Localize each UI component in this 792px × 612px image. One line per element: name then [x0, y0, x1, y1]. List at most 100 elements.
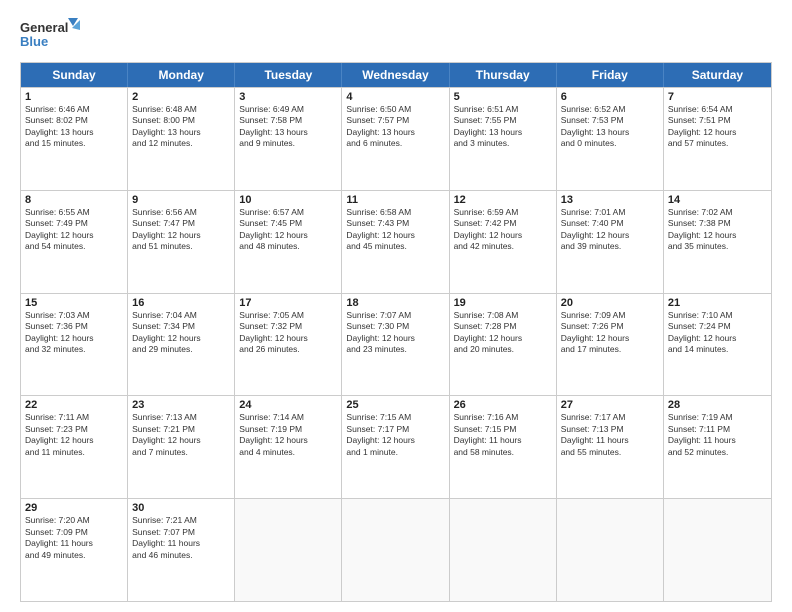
calendar-cell-16: 16Sunrise: 7:04 AMSunset: 7:34 PMDayligh… [128, 294, 235, 396]
calendar-cell-11: 11Sunrise: 6:58 AMSunset: 7:43 PMDayligh… [342, 191, 449, 293]
day-number: 17 [239, 297, 337, 309]
day-info: Sunrise: 7:10 AMSunset: 7:24 PMDaylight:… [668, 310, 767, 356]
day-info: Sunrise: 7:14 AMSunset: 7:19 PMDaylight:… [239, 412, 337, 458]
calendar-cell-18: 18Sunrise: 7:07 AMSunset: 7:30 PMDayligh… [342, 294, 449, 396]
calendar-cell-24: 24Sunrise: 7:14 AMSunset: 7:19 PMDayligh… [235, 396, 342, 498]
calendar-cell-1: 1Sunrise: 6:46 AMSunset: 8:02 PMDaylight… [21, 88, 128, 190]
logo-svg: General Blue [20, 16, 80, 54]
calendar-cell-29: 29Sunrise: 7:20 AMSunset: 7:09 PMDayligh… [21, 499, 128, 601]
calendar-week-4: 22Sunrise: 7:11 AMSunset: 7:23 PMDayligh… [21, 395, 771, 498]
day-number: 30 [132, 502, 230, 514]
day-number: 16 [132, 297, 230, 309]
day-info: Sunrise: 6:58 AMSunset: 7:43 PMDaylight:… [346, 207, 444, 253]
day-number: 5 [454, 91, 552, 103]
calendar-cell-12: 12Sunrise: 6:59 AMSunset: 7:42 PMDayligh… [450, 191, 557, 293]
calendar-cell-10: 10Sunrise: 6:57 AMSunset: 7:45 PMDayligh… [235, 191, 342, 293]
day-info: Sunrise: 6:55 AMSunset: 7:49 PMDaylight:… [25, 207, 123, 253]
day-number: 25 [346, 399, 444, 411]
day-number: 4 [346, 91, 444, 103]
calendar-cell-6: 6Sunrise: 6:52 AMSunset: 7:53 PMDaylight… [557, 88, 664, 190]
day-info: Sunrise: 7:15 AMSunset: 7:17 PMDaylight:… [346, 412, 444, 458]
day-number: 9 [132, 194, 230, 206]
calendar-cell-20: 20Sunrise: 7:09 AMSunset: 7:26 PMDayligh… [557, 294, 664, 396]
day-number: 8 [25, 194, 123, 206]
calendar-cell-15: 15Sunrise: 7:03 AMSunset: 7:36 PMDayligh… [21, 294, 128, 396]
day-number: 7 [668, 91, 767, 103]
day-info: Sunrise: 7:20 AMSunset: 7:09 PMDaylight:… [25, 515, 123, 561]
day-number: 1 [25, 91, 123, 103]
day-number: 15 [25, 297, 123, 309]
day-info: Sunrise: 6:49 AMSunset: 7:58 PMDaylight:… [239, 104, 337, 150]
day-number: 27 [561, 399, 659, 411]
day-number: 10 [239, 194, 337, 206]
day-info: Sunrise: 7:08 AMSunset: 7:28 PMDaylight:… [454, 310, 552, 356]
day-number: 22 [25, 399, 123, 411]
calendar-cell-26: 26Sunrise: 7:16 AMSunset: 7:15 PMDayligh… [450, 396, 557, 498]
day-number: 24 [239, 399, 337, 411]
day-info: Sunrise: 6:46 AMSunset: 8:02 PMDaylight:… [25, 104, 123, 150]
day-info: Sunrise: 7:01 AMSunset: 7:40 PMDaylight:… [561, 207, 659, 253]
svg-text:General: General [20, 20, 68, 35]
header: General Blue [20, 16, 772, 54]
svg-text:Blue: Blue [20, 34, 48, 49]
calendar-cell-19: 19Sunrise: 7:08 AMSunset: 7:28 PMDayligh… [450, 294, 557, 396]
calendar: SundayMondayTuesdayWednesdayThursdayFrid… [20, 62, 772, 602]
header-day-sunday: Sunday [21, 63, 128, 87]
calendar-cell-13: 13Sunrise: 7:01 AMSunset: 7:40 PMDayligh… [557, 191, 664, 293]
day-info: Sunrise: 6:50 AMSunset: 7:57 PMDaylight:… [346, 104, 444, 150]
header-day-tuesday: Tuesday [235, 63, 342, 87]
day-info: Sunrise: 7:03 AMSunset: 7:36 PMDaylight:… [25, 310, 123, 356]
day-number: 29 [25, 502, 123, 514]
calendar-cell-14: 14Sunrise: 7:02 AMSunset: 7:38 PMDayligh… [664, 191, 771, 293]
day-info: Sunrise: 7:07 AMSunset: 7:30 PMDaylight:… [346, 310, 444, 356]
day-info: Sunrise: 7:13 AMSunset: 7:21 PMDaylight:… [132, 412, 230, 458]
day-number: 2 [132, 91, 230, 103]
day-info: Sunrise: 6:48 AMSunset: 8:00 PMDaylight:… [132, 104, 230, 150]
calendar-cell-25: 25Sunrise: 7:15 AMSunset: 7:17 PMDayligh… [342, 396, 449, 498]
calendar-cell-empty [235, 499, 342, 601]
day-number: 6 [561, 91, 659, 103]
day-number: 11 [346, 194, 444, 206]
day-info: Sunrise: 6:56 AMSunset: 7:47 PMDaylight:… [132, 207, 230, 253]
day-info: Sunrise: 7:09 AMSunset: 7:26 PMDaylight:… [561, 310, 659, 356]
day-info: Sunrise: 6:52 AMSunset: 7:53 PMDaylight:… [561, 104, 659, 150]
day-info: Sunrise: 6:57 AMSunset: 7:45 PMDaylight:… [239, 207, 337, 253]
calendar-cell-3: 3Sunrise: 6:49 AMSunset: 7:58 PMDaylight… [235, 88, 342, 190]
calendar-cell-8: 8Sunrise: 6:55 AMSunset: 7:49 PMDaylight… [21, 191, 128, 293]
day-number: 26 [454, 399, 552, 411]
calendar-cell-28: 28Sunrise: 7:19 AMSunset: 7:11 PMDayligh… [664, 396, 771, 498]
day-info: Sunrise: 6:59 AMSunset: 7:42 PMDaylight:… [454, 207, 552, 253]
day-info: Sunrise: 7:02 AMSunset: 7:38 PMDaylight:… [668, 207, 767, 253]
day-number: 12 [454, 194, 552, 206]
calendar-week-5: 29Sunrise: 7:20 AMSunset: 7:09 PMDayligh… [21, 498, 771, 601]
calendar-cell-30: 30Sunrise: 7:21 AMSunset: 7:07 PMDayligh… [128, 499, 235, 601]
day-info: Sunrise: 7:19 AMSunset: 7:11 PMDaylight:… [668, 412, 767, 458]
header-day-saturday: Saturday [664, 63, 771, 87]
calendar-cell-4: 4Sunrise: 6:50 AMSunset: 7:57 PMDaylight… [342, 88, 449, 190]
day-number: 14 [668, 194, 767, 206]
day-number: 28 [668, 399, 767, 411]
calendar-cell-23: 23Sunrise: 7:13 AMSunset: 7:21 PMDayligh… [128, 396, 235, 498]
calendar-cell-empty [557, 499, 664, 601]
day-info: Sunrise: 7:16 AMSunset: 7:15 PMDaylight:… [454, 412, 552, 458]
page: General Blue SundayMondayTuesdayWednesda… [0, 0, 792, 612]
calendar-cell-7: 7Sunrise: 6:54 AMSunset: 7:51 PMDaylight… [664, 88, 771, 190]
day-number: 3 [239, 91, 337, 103]
day-info: Sunrise: 7:21 AMSunset: 7:07 PMDaylight:… [132, 515, 230, 561]
header-day-friday: Friday [557, 63, 664, 87]
header-day-thursday: Thursday [450, 63, 557, 87]
day-info: Sunrise: 7:17 AMSunset: 7:13 PMDaylight:… [561, 412, 659, 458]
calendar-cell-21: 21Sunrise: 7:10 AMSunset: 7:24 PMDayligh… [664, 294, 771, 396]
logo: General Blue [20, 16, 80, 54]
day-number: 13 [561, 194, 659, 206]
calendar-cell-5: 5Sunrise: 6:51 AMSunset: 7:55 PMDaylight… [450, 88, 557, 190]
day-number: 23 [132, 399, 230, 411]
calendar-cell-27: 27Sunrise: 7:17 AMSunset: 7:13 PMDayligh… [557, 396, 664, 498]
calendar-cell-9: 9Sunrise: 6:56 AMSunset: 7:47 PMDaylight… [128, 191, 235, 293]
day-info: Sunrise: 6:51 AMSunset: 7:55 PMDaylight:… [454, 104, 552, 150]
calendar-cell-empty [450, 499, 557, 601]
day-info: Sunrise: 7:04 AMSunset: 7:34 PMDaylight:… [132, 310, 230, 356]
calendar-body: 1Sunrise: 6:46 AMSunset: 8:02 PMDaylight… [21, 87, 771, 601]
day-number: 19 [454, 297, 552, 309]
calendar-cell-22: 22Sunrise: 7:11 AMSunset: 7:23 PMDayligh… [21, 396, 128, 498]
